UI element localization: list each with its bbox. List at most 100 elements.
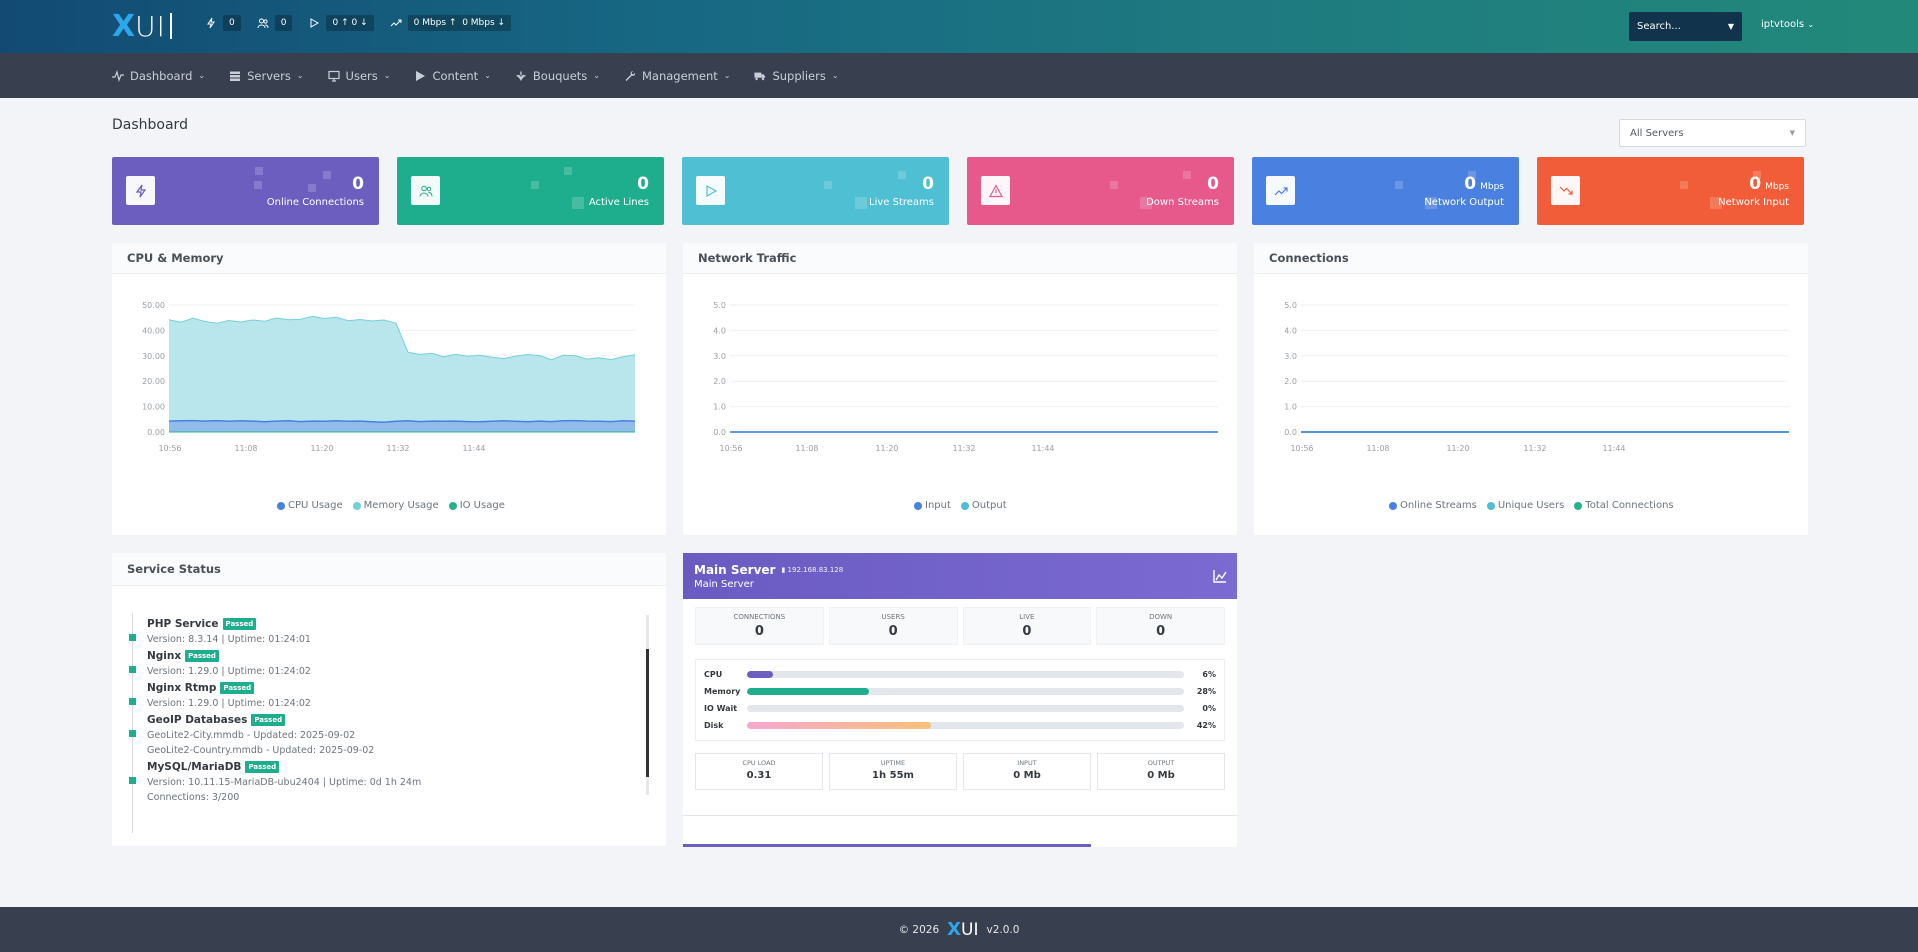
series-area (169, 420, 635, 432)
legend-item[interactable]: Input (914, 500, 951, 511)
chart-icon[interactable] (1213, 569, 1227, 583)
nav-users[interactable]: Users ⌄ (327, 69, 391, 83)
card-value: 0 (352, 174, 364, 194)
nav-content-label: Content (432, 68, 479, 83)
nav-servers-label: Servers (247, 68, 291, 83)
card-active-lines[interactable]: 0 Active Lines (397, 157, 664, 225)
scrollbar-thumb[interactable] (646, 649, 649, 777)
usage-track (747, 688, 1184, 695)
x-tick-label: 11:32 (386, 444, 409, 453)
usage-bars: CPU 6% Memory 28% IO Wait 0% Disk 42% (695, 659, 1225, 741)
main-server-panel: Main Server ▮ 192.168.83.128 Main Server… (683, 553, 1237, 847)
nav-bouquets[interactable]: Bouquets ⌄ (515, 69, 600, 83)
service-name-row: GeoIP Databases Passed (147, 714, 647, 726)
x-tick-label: 11:32 (952, 444, 975, 453)
usage-fill (747, 722, 931, 729)
legend-item[interactable]: IO Usage (448, 500, 505, 511)
y-tick-label: 0.0 (713, 428, 726, 437)
x-tick-label: 11:08 (795, 444, 818, 453)
usage-row: IO Wait 0% (704, 700, 1216, 717)
y-tick-label: 10.00 (142, 403, 165, 412)
service-detail: Version: 1.29.0 | Uptime: 01:24:02 (147, 698, 311, 709)
nav-dashboard[interactable]: Dashboard ⌄ (112, 69, 205, 83)
usage-label: CPU (704, 670, 723, 679)
legend-label: CPU Usage (288, 500, 343, 511)
service-status-panel: Service Status PHP Service Passed Version:… (112, 553, 666, 846)
status-marker (129, 730, 136, 737)
server-ip: ▮ 192.168.83.128 (781, 566, 844, 574)
y-tick-label: 50.00 (142, 301, 165, 310)
service-detail: Connections: 3/200 (147, 792, 240, 803)
connections-count: 0 (223, 15, 241, 31)
warning-icon (981, 176, 1010, 205)
server-select-value: All Servers (1630, 127, 1684, 139)
streams-down: 0 (351, 18, 358, 28)
card-label: Live Streams (869, 197, 934, 208)
server-metric-boxes: CPU LOAD 0.31 UPTIME 1h 55m INPUT 0 Mb OUTP… (683, 747, 1237, 796)
nav-servers[interactable]: Servers ⌄ (229, 68, 304, 83)
users-stat: 0 (257, 15, 293, 31)
nav-content[interactable]: Content ⌄ (414, 68, 491, 83)
card-down-streams[interactable]: 0 Down Streams (967, 157, 1234, 225)
stat-cards: 0 Online Connections 0 Active Lines 0 Li… (112, 157, 1804, 225)
copyright: © 2026 (898, 923, 940, 936)
bandwidth-stat: 0 Mbps ↑ 0 Mbps ↓ (390, 15, 512, 31)
status-marker (129, 634, 136, 641)
card-label: Network Output (1424, 197, 1504, 208)
caret-down-icon: ▼ (1789, 129, 1795, 137)
streams-pill: 0 ↑ 0 ↓ (326, 15, 374, 31)
connections-panel: Connections 0.0 1.0 2.0 3.0 4.0 5.0 10:56 11:08… (1254, 243, 1808, 535)
main-nav: Dashboard ⌄ Servers ⌄ Users ⌄ Content ⌄ Bouq… (0, 53, 1918, 98)
legend-label: IO Usage (459, 500, 505, 511)
card-label: Network Input (1718, 197, 1789, 208)
legend-item[interactable]: CPU Usage (277, 500, 343, 511)
y-tick-label: 5.0 (1284, 301, 1297, 310)
nav-suppliers-label: Suppliers (772, 68, 826, 83)
flower-icon (515, 70, 526, 81)
series-area (169, 316, 635, 432)
legend-item[interactable]: Memory Usage (352, 500, 439, 511)
loading-bar (683, 844, 1091, 847)
server-select[interactable]: All Servers ▼ (1619, 119, 1806, 147)
legend-item[interactable]: Output (960, 500, 1007, 511)
x-tick-label: 11:44 (462, 444, 485, 453)
card-network-input[interactable]: 0 Mbps Network Input (1537, 157, 1804, 225)
y-tick-label: 0.00 (147, 428, 165, 437)
service-name: MySQL/MariaDB (147, 761, 242, 773)
legend-dot (1486, 501, 1495, 510)
card-live-streams[interactable]: 0 Live Streams (682, 157, 949, 225)
metric-uptime: UPTIME 1h 55m (829, 753, 957, 790)
user-menu[interactable]: iptvtools ⌄ (1761, 19, 1814, 30)
chevron-down-icon: ⌄ (383, 71, 391, 80)
card-online-connections[interactable]: 0 Online Connections (112, 157, 379, 225)
x-tick-label: 10:56 (158, 444, 181, 453)
usage-row: CPU 6% (704, 666, 1216, 683)
usage-value: 0% (1202, 704, 1216, 713)
legend-dot (960, 501, 969, 510)
service-name-row: MySQL/MariaDB Passed (147, 761, 647, 773)
truck-icon (754, 72, 766, 80)
legend-item[interactable]: Unique Users (1486, 500, 1564, 511)
y-tick-label: 0.0 (1284, 428, 1297, 437)
chevron-down-icon: ⌄ (723, 71, 731, 80)
server-name: Main Server (694, 563, 776, 577)
nav-suppliers[interactable]: Suppliers ⌄ (754, 68, 839, 83)
y-tick-label: 30.00 (142, 352, 165, 361)
status-marker (129, 777, 136, 784)
legend-item[interactable]: Total Connections (1574, 500, 1674, 511)
scrollbar[interactable] (646, 615, 649, 795)
service-list[interactable]: PHP Service Passed Version: 8.3.14 | Uptim… (127, 613, 647, 833)
legend-label: Online Streams (1400, 500, 1477, 511)
nav-dashboard-label: Dashboard (130, 68, 193, 83)
xui-logo[interactable]: X UI (112, 9, 172, 44)
x-tick-label: 10:56 (1290, 444, 1313, 453)
legend-item[interactable]: Online Streams (1389, 500, 1477, 511)
nav-management[interactable]: Management ⌄ (624, 69, 730, 83)
network-traffic-chart: 0.0 1.0 2.0 3.0 4.0 5.0 10:56 11:08 11:20 11:32 11… (713, 301, 1218, 453)
panel-title: Network Traffic (683, 243, 1237, 274)
search-dropdown[interactable]: Search... ▼ (1629, 12, 1742, 41)
wrench-icon (625, 70, 636, 81)
card-network-output[interactable]: 0 Mbps Network Output (1252, 157, 1519, 225)
x-tick-label: 11:20 (1446, 444, 1469, 453)
play-icon (696, 176, 725, 205)
